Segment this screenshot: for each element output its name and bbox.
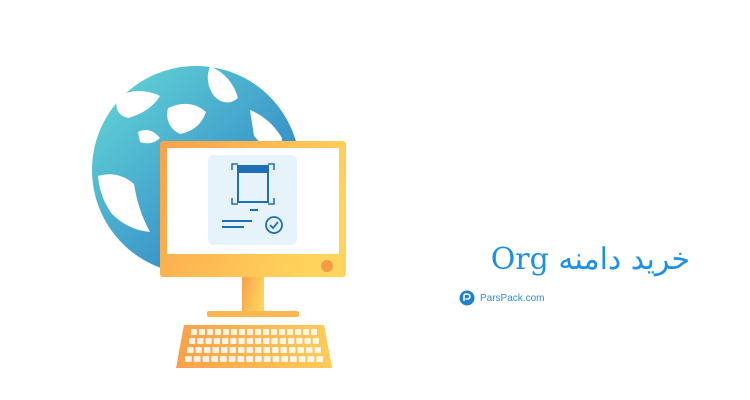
keyboard-key xyxy=(304,338,311,344)
keyboard-key xyxy=(255,338,262,344)
keyboard-key xyxy=(221,347,228,353)
keyboard-key xyxy=(255,347,262,353)
keyboard-key xyxy=(255,329,261,335)
keyboard-key xyxy=(279,338,286,344)
keyboard-key xyxy=(220,356,227,362)
keyboard-key xyxy=(207,329,213,335)
illustration xyxy=(92,66,346,368)
keyboard-key xyxy=(312,338,319,344)
keyboard-key xyxy=(272,356,280,362)
keyboard-key xyxy=(271,338,278,344)
keyboard-key xyxy=(255,356,262,362)
keyboard-key xyxy=(263,356,271,362)
keyboard-key xyxy=(246,356,253,362)
keyboard-key xyxy=(237,356,245,362)
keyboard-key xyxy=(229,347,236,353)
keyboard-key xyxy=(295,329,301,335)
keyboard-key xyxy=(197,338,204,344)
keyboard-key xyxy=(238,347,245,353)
keyboard-key xyxy=(228,356,236,362)
keyboard-key xyxy=(239,329,245,335)
keyboard-key xyxy=(199,329,205,335)
keyboard-key xyxy=(223,329,229,335)
keyboard-key xyxy=(187,347,194,353)
page-headline: خرید دامنه Org xyxy=(490,242,690,277)
keyboard-key xyxy=(298,356,306,362)
keyboard-key xyxy=(189,338,196,344)
keyboard-key xyxy=(205,338,212,344)
keyboard-key xyxy=(185,356,192,362)
keyboard-key xyxy=(271,329,277,335)
keyboard-key xyxy=(212,347,219,353)
keyboard-key xyxy=(193,356,201,362)
keyboard-key xyxy=(297,347,304,353)
keyboard-key xyxy=(263,347,270,353)
brand-name: ParsPack.com xyxy=(480,292,545,304)
keyboard-key xyxy=(314,347,321,353)
keyboard-key xyxy=(287,329,293,335)
keyboard-key xyxy=(272,347,279,353)
keyboard-key xyxy=(191,329,197,335)
keyboard-key xyxy=(280,347,287,353)
keyboard-key xyxy=(281,356,288,362)
keyboard-key xyxy=(306,347,313,353)
keyboard-key xyxy=(263,338,270,344)
keyboard-key xyxy=(211,356,218,362)
keyboard-key xyxy=(213,338,220,344)
keyboard-key xyxy=(195,347,202,353)
keyboard-key xyxy=(246,347,253,353)
keyboard-key xyxy=(204,347,211,353)
keyboard-key xyxy=(288,338,295,344)
keyboard-key xyxy=(231,329,237,335)
keyboard-key xyxy=(289,347,296,353)
keyboard-key xyxy=(311,329,317,335)
document-icon xyxy=(208,155,297,245)
brand-link[interactable]: ParsPack.com xyxy=(459,290,544,306)
keyboard-key xyxy=(316,356,323,362)
keyboard-key xyxy=(290,356,297,362)
keyboard-key xyxy=(303,329,309,335)
keyboard-key xyxy=(246,338,253,344)
keyboard-key xyxy=(247,329,253,335)
keyboard-key xyxy=(222,338,229,344)
keyboard-key xyxy=(263,329,269,335)
keyboard-key xyxy=(279,329,285,335)
keyboard-key xyxy=(202,356,210,362)
keyboard-icon xyxy=(176,325,332,368)
parspack-logo-icon xyxy=(459,290,475,306)
keyboard-key xyxy=(215,329,221,335)
keyboard-key xyxy=(238,338,245,344)
keyboard-key xyxy=(307,356,315,362)
keyboard-key xyxy=(296,338,303,344)
keyboard-key xyxy=(230,338,237,344)
